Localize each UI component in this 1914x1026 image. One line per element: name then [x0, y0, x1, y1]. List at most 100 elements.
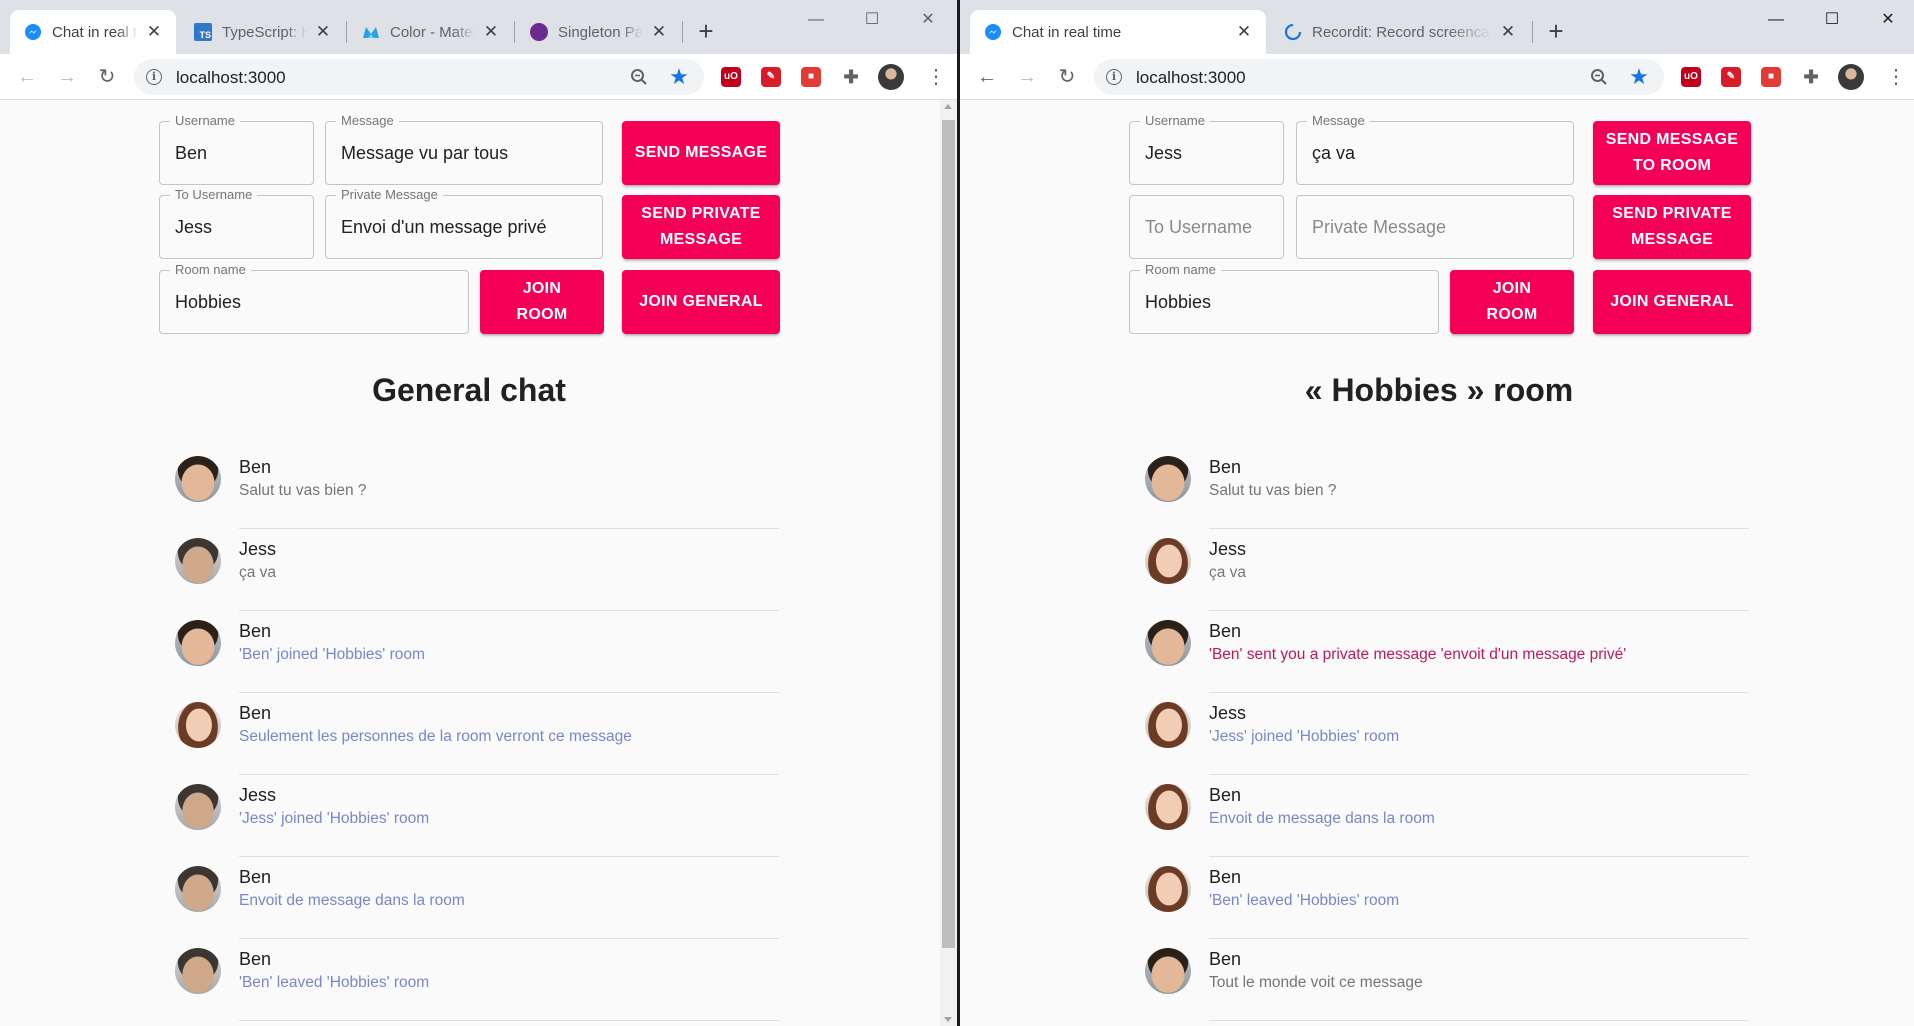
tab-title: Recordit: Record screencasts fast & free…: [1312, 23, 1492, 41]
scroll-thumb[interactable]: [942, 120, 955, 948]
list-item: Ben Envoit de message dans la room: [1129, 775, 1749, 857]
profile-avatar[interactable]: [878, 64, 904, 90]
extension-pen-icon[interactable]: ✎: [761, 67, 781, 87]
message-field[interactable]: Message: [1296, 113, 1574, 185]
puzzle-icon[interactable]: ✚: [1801, 67, 1821, 87]
close-window-icon[interactable]: ✕: [1862, 6, 1914, 34]
reload-icon[interactable]: ↻: [92, 62, 122, 92]
tab-singleton[interactable]: Singleton Pattern ✕: [516, 10, 681, 54]
back-icon[interactable]: ←: [12, 62, 42, 92]
tab-strip: Chat in real time ✕ Recordit: Record scr…: [960, 0, 1914, 54]
scroll-up-icon[interactable]: [944, 104, 952, 109]
send-message-to-room-button[interactable]: SEND MESSAGE TO ROOM: [1593, 121, 1751, 185]
puzzle-icon[interactable]: ✚: [841, 67, 861, 87]
address-bar[interactable]: i localhost:3000 ★: [1094, 59, 1664, 95]
info-icon[interactable]: i: [146, 69, 162, 85]
loading-icon: [1284, 23, 1302, 41]
extension-pen-icon[interactable]: ✎: [1721, 67, 1741, 87]
join-room-button[interactable]: JOIN ROOM: [1450, 270, 1574, 334]
close-icon[interactable]: ✕: [313, 22, 333, 42]
zoom-icon[interactable]: [1590, 68, 1608, 86]
tab-chat[interactable]: Chat in real time ✕: [10, 10, 176, 54]
list-item: Jess 'Jess' joined 'Hobbies' room: [1129, 693, 1749, 775]
username-input[interactable]: [175, 122, 303, 184]
tab-chat[interactable]: Chat in real time ✕: [970, 10, 1266, 54]
page-content: Username Message SEND MESSAGE TO ROOM SE…: [960, 100, 1914, 1026]
join-general-button[interactable]: JOIN GENERAL: [622, 270, 780, 334]
new-tab-button[interactable]: +: [692, 18, 720, 46]
private-message-input[interactable]: [341, 196, 592, 258]
username-field[interactable]: Username: [1129, 113, 1284, 185]
send-private-message-button[interactable]: SEND PRIVATE MESSAGE: [1593, 195, 1751, 259]
to-username-field[interactable]: To Username: [159, 187, 314, 259]
forward-icon[interactable]: →: [1012, 62, 1042, 92]
tab-material[interactable]: Color - Material Design ✕: [348, 10, 513, 54]
room-name-input[interactable]: [175, 271, 458, 333]
back-icon[interactable]: ←: [972, 62, 1002, 92]
private-message-field[interactable]: [1296, 195, 1574, 259]
address-bar[interactable]: i localhost:3000 ★: [134, 59, 704, 95]
close-icon[interactable]: ✕: [649, 22, 669, 42]
scrollbar[interactable]: [940, 100, 957, 1026]
extension-bookmark-icon[interactable]: ■: [801, 67, 821, 87]
info-icon[interactable]: i: [1106, 69, 1122, 85]
message-input[interactable]: [1312, 122, 1563, 184]
message-input[interactable]: [341, 122, 592, 184]
tab-title: TypeScript: Handbook: [222, 23, 307, 41]
room-name-input[interactable]: [1145, 271, 1428, 333]
ublock-icon[interactable]: uO: [1681, 67, 1701, 87]
more-menu-icon[interactable]: ⋮: [1886, 64, 1906, 90]
desktop: Chat in real time ✕ TS TypeScript: Handb…: [0, 0, 1914, 1026]
send-private-message-button[interactable]: SEND PRIVATE MESSAGE: [622, 195, 780, 259]
message-list: Ben Salut tu vas bien ? Jess ça va Ben 'Ben' …: [1129, 447, 1749, 1021]
maximize-icon[interactable]: ☐: [1806, 6, 1858, 34]
tab-recordit[interactable]: Recordit: Record screencasts fast & free…: [1270, 10, 1530, 54]
message-author: Jess: [239, 539, 277, 559]
join-general-button[interactable]: JOIN GENERAL: [1593, 270, 1751, 334]
close-icon[interactable]: ✕: [144, 22, 164, 42]
message-author: Ben: [1209, 457, 1242, 477]
join-room-button[interactable]: JOIN ROOM: [480, 270, 604, 334]
private-message-field[interactable]: Private Message: [325, 187, 603, 259]
message-field[interactable]: Message: [325, 113, 603, 185]
typescript-icon: TS: [194, 23, 212, 41]
avatar: [1145, 784, 1191, 830]
close-icon[interactable]: ✕: [481, 22, 501, 42]
to-username-input[interactable]: [1145, 196, 1273, 258]
username-field[interactable]: Username: [159, 113, 314, 185]
maximize-icon[interactable]: ☐: [846, 6, 898, 34]
profile-avatar[interactable]: [1838, 64, 1864, 90]
zoom-icon[interactable]: [630, 68, 648, 86]
forward-icon[interactable]: →: [52, 62, 82, 92]
bookmark-star-icon[interactable]: ★: [667, 65, 691, 89]
close-icon[interactable]: ✕: [1498, 22, 1518, 42]
message-text: 'Ben' sent you a private message 'envoit…: [1209, 646, 1627, 663]
room-name-field[interactable]: Room name: [1129, 262, 1439, 334]
tab-title: Chat in real time: [52, 23, 138, 41]
tab-typescript[interactable]: TS TypeScript: Handbook ✕: [180, 10, 345, 54]
scroll-down-icon[interactable]: [944, 1017, 952, 1022]
bookmark-star-icon[interactable]: ★: [1627, 65, 1651, 89]
new-tab-button[interactable]: +: [1542, 18, 1570, 46]
avatar: [175, 784, 221, 830]
username-input[interactable]: [1145, 122, 1273, 184]
browser-window-left: Chat in real time ✕ TS TypeScript: Handb…: [0, 0, 957, 1026]
private-message-input[interactable]: [1312, 196, 1563, 258]
message-text: Envoit de message dans la room: [239, 892, 465, 909]
send-message-button[interactable]: SEND MESSAGE: [622, 121, 780, 185]
room-name-field[interactable]: Room name: [159, 262, 469, 334]
extension-bookmark-icon[interactable]: ■: [1761, 67, 1781, 87]
to-username-field[interactable]: [1129, 195, 1284, 259]
avatar: [1145, 948, 1191, 994]
minimize-icon[interactable]: —: [790, 6, 842, 34]
minimize-icon[interactable]: —: [1750, 6, 1802, 34]
message-text: 'Ben' joined 'Hobbies' room: [239, 646, 425, 663]
close-window-icon[interactable]: ✕: [902, 6, 954, 34]
reload-icon[interactable]: ↻: [1052, 62, 1082, 92]
url-text: localhost:3000: [176, 68, 286, 87]
more-menu-icon[interactable]: ⋮: [926, 64, 946, 90]
close-icon[interactable]: ✕: [1234, 22, 1254, 42]
ublock-icon[interactable]: uO: [721, 67, 741, 87]
page-content: Username Message SEND MESSAGE To Usernam…: [0, 100, 957, 1026]
to-username-input[interactable]: [175, 196, 303, 258]
